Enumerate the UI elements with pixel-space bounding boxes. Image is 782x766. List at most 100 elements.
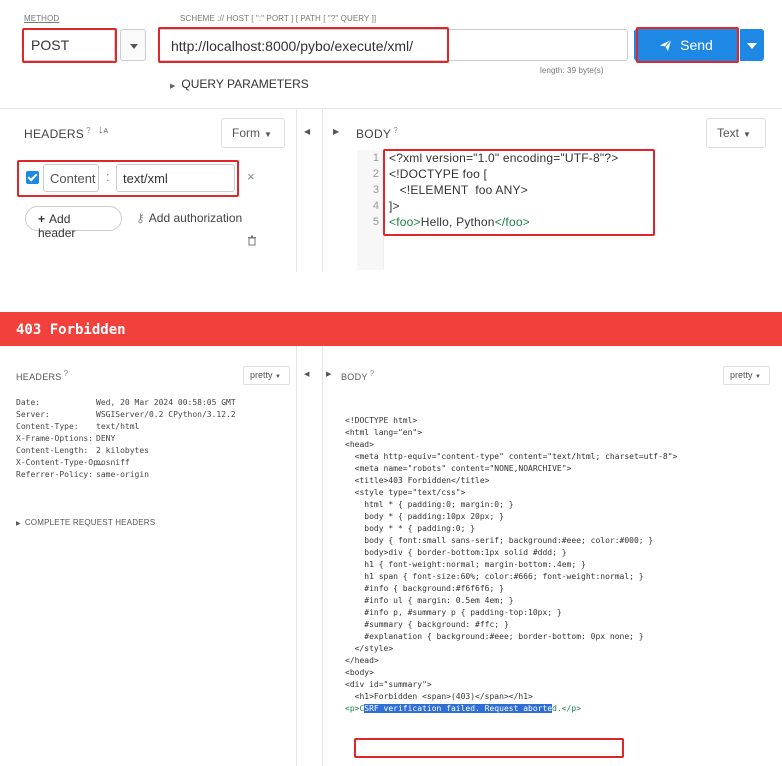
code-line: <html lang="en">	[345, 428, 423, 437]
expand-right-icon[interactable]: ▶	[326, 370, 331, 378]
code-line: body * { padding:10px 20px; }	[345, 512, 504, 521]
xml-text: Hello, Python	[420, 215, 495, 229]
code-lines: <?xml version="1.0" encoding="UTF-8"?> <…	[389, 150, 618, 230]
code-suffix: d.</p>	[552, 704, 582, 713]
header-key: Content-Type:	[16, 422, 79, 431]
response-header-row: X-Frame-Options: DENY	[16, 433, 236, 445]
xml-close-tag: </foo>	[494, 215, 530, 229]
trash-icon[interactable]	[247, 233, 257, 251]
response-headers-mode-select[interactable]: pretty ▼	[243, 366, 290, 385]
divider	[322, 108, 323, 272]
caret-right-icon: ▶	[170, 83, 176, 90]
line-number: 4	[372, 200, 379, 212]
response-headers-title-text: HEADERS	[16, 372, 62, 382]
header-value: 2 kilobytes	[96, 446, 149, 455]
code-line: #summary { background: #ffc; }	[345, 620, 509, 629]
method-dropdown-toggle[interactable]	[120, 29, 146, 61]
code-line: <meta http-equiv="content-type" content=…	[345, 452, 678, 461]
header-key: Date:	[16, 398, 41, 407]
help-icon[interactable]: ?	[86, 126, 91, 135]
response-status: 403 Forbidden	[16, 322, 126, 338]
header-enabled-checkbox[interactable]	[26, 171, 39, 184]
url-label: SCHEME :// HOST [ ":" PORT ] [ PATH [ "?…	[180, 14, 377, 23]
add-header-button[interactable]: + Add header	[25, 206, 122, 240]
response-body-code: <!DOCTYPE html> <html lang="en"> <head> …	[345, 415, 677, 715]
code-line: #info ul { margin: 0.5em 4em; }	[345, 596, 514, 605]
caret-down-icon: ▼	[755, 374, 761, 380]
send-button[interactable]: Send	[634, 29, 738, 61]
response-headers-title: HEADERS?	[16, 369, 68, 382]
body-editor[interactable]: 1 2 3 4 5 <?xml version="1.0" encoding="…	[357, 150, 782, 270]
response-header-row: Content-Type: text/html	[16, 421, 236, 433]
divider	[296, 108, 297, 272]
code-line: <p>CSRF verification failed. Request abo…	[345, 703, 677, 715]
header-key: X-Frame-Options:	[16, 434, 94, 443]
header-name-value: Content	[50, 171, 96, 186]
divider	[322, 346, 323, 766]
add-authorization-label: Add authorization	[148, 211, 243, 225]
response-body-title: BODY?	[341, 369, 374, 382]
caret-down-icon: ▼	[264, 130, 272, 139]
url-input[interactable]: http://localhost:8000/pybo/execute/xml/	[158, 29, 628, 61]
sort-az-icon[interactable]: ↓A	[98, 124, 108, 136]
add-authorization-button[interactable]: ⚷ Add authorization	[136, 211, 242, 225]
caret-right-icon: ▶	[16, 521, 21, 527]
remove-header-icon[interactable]: ×	[247, 169, 255, 184]
code-line: <!DOCTYPE foo [	[389, 167, 488, 181]
line-number: 1	[372, 152, 379, 164]
plus-icon: +	[38, 212, 46, 226]
send-options-toggle[interactable]	[740, 29, 764, 61]
method-select[interactable]: POST	[22, 29, 115, 61]
send-label: Send	[680, 37, 713, 53]
collapse-left-icon[interactable]: ◀	[304, 127, 310, 136]
code-line: body>div { border-bottom:1px solid #ddd;…	[345, 548, 567, 557]
code-line: <head>	[345, 440, 374, 449]
code-line: <body>	[345, 668, 374, 677]
body-mode-value: Text	[717, 126, 740, 140]
help-icon[interactable]: ?	[393, 126, 398, 135]
headers-mode-value: Form	[232, 126, 260, 140]
line-number: 5	[372, 216, 379, 228]
divider	[0, 108, 782, 109]
xml-open-tag: <foo>	[389, 215, 421, 229]
code-line: <meta name="robots" content="NONE,NOARCH…	[345, 464, 572, 473]
header-value-input[interactable]: text/xml	[116, 164, 235, 192]
header-key: X-Content-Type-Op…	[16, 458, 103, 467]
header-key: Server:	[16, 410, 50, 419]
query-parameters-toggle[interactable]: ▶ QUERY PARAMETERS	[170, 77, 309, 91]
body-mode-select[interactable]: Text ▼	[706, 118, 766, 148]
code-line: h1 span { font-size:60%; color:#666; fon…	[345, 572, 644, 581]
key-icon: ⚷	[136, 211, 145, 225]
header-value-text: text/xml	[123, 171, 168, 186]
headers-mode-select[interactable]: Form ▼	[221, 118, 285, 148]
response-header-row: Date: Wed, 20 Mar 2024 00:58:05 GMT	[16, 397, 236, 409]
response-body-mode-value: pretty	[730, 370, 753, 380]
header-value: DENY	[96, 434, 116, 443]
header-value: text/html	[96, 422, 140, 431]
code-line: <title>403 Forbidden</title>	[345, 476, 490, 485]
code-line: </head>	[345, 656, 379, 665]
headers-title-text: HEADERS	[24, 127, 85, 141]
code-line: body { font:small sans-serif; background…	[345, 536, 654, 545]
line-number: 3	[372, 184, 379, 196]
help-icon[interactable]: ?	[64, 369, 69, 378]
complete-request-headers-toggle[interactable]: ▶ COMPLETE REQUEST HEADERS	[16, 518, 155, 527]
complete-request-headers-label: COMPLETE REQUEST HEADERS	[24, 518, 156, 527]
code-line: <!ELEMENT foo ANY>	[389, 183, 528, 197]
paper-plane-icon	[659, 38, 672, 51]
expand-right-icon[interactable]: ▶	[333, 127, 339, 136]
selected-text[interactable]: SRF verification failed. Request aborte	[364, 704, 553, 713]
response-body-mode-select[interactable]: pretty ▼	[723, 366, 770, 385]
code-line: h1 { font-weight:normal; margin-bottom:.…	[345, 560, 586, 569]
spacer	[0, 272, 782, 312]
request-panel: METHOD SCHEME :// HOST [ ":" PORT ] [ PA…	[0, 0, 782, 272]
divider	[296, 346, 297, 766]
help-icon[interactable]: ?	[370, 369, 375, 378]
header-value: WSGIServer/0.2 CPython/3.12.2	[96, 410, 236, 419]
body-title-text: BODY	[356, 127, 392, 141]
response-headers-mode-value: pretty	[250, 370, 273, 380]
code-line: #info { background:#f6f6f6; }	[345, 584, 504, 593]
code-line: <h1>Forbidden <span>(403)</span></h1>	[345, 692, 533, 701]
header-name-input[interactable]: Content	[43, 164, 99, 192]
collapse-left-icon[interactable]: ◀	[304, 370, 309, 378]
